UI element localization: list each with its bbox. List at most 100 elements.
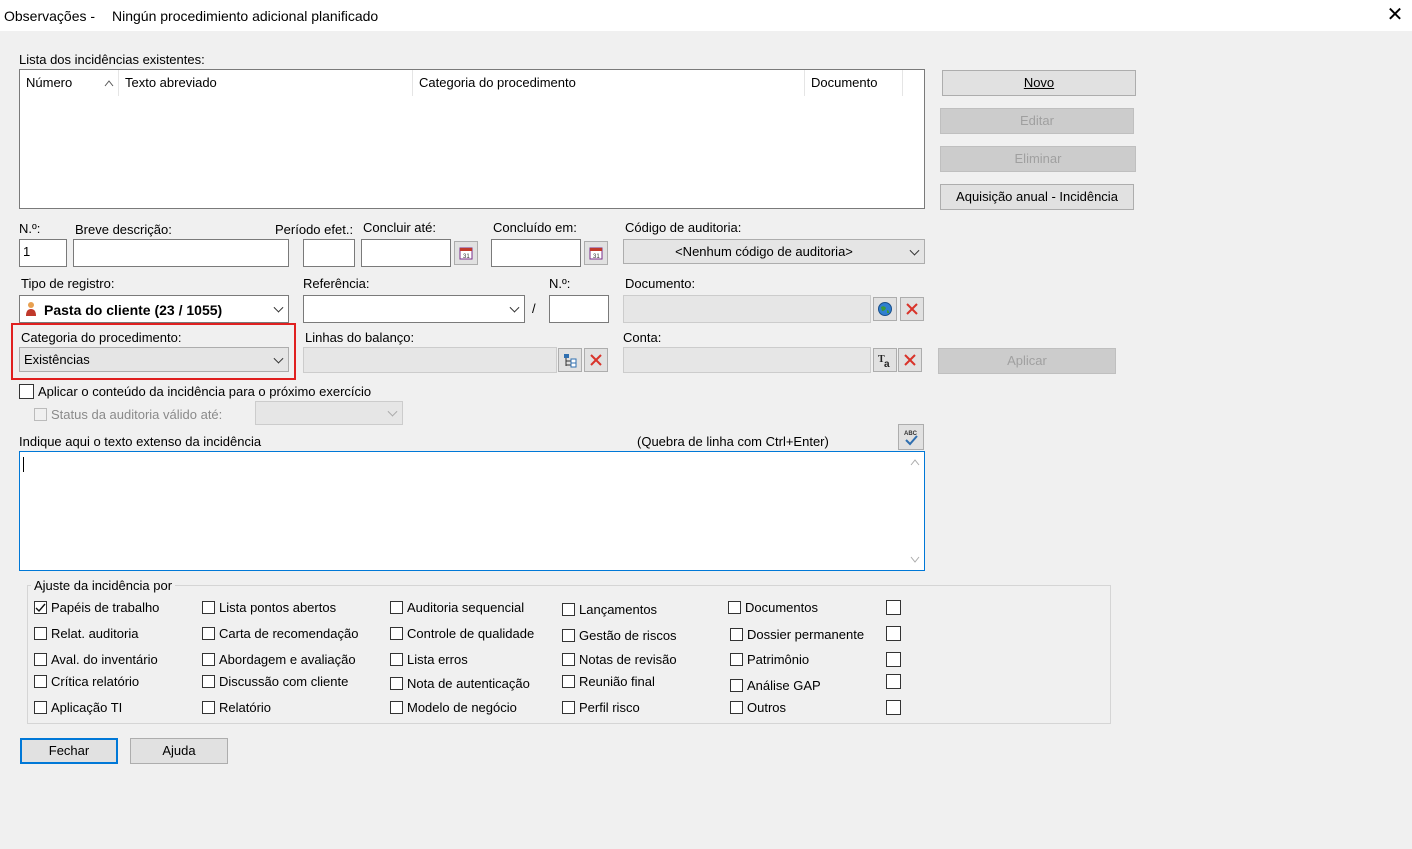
checkbox-unlabeled[interactable] [886,600,901,615]
breve-descricao-input[interactable] [73,239,289,267]
checkbox-controle-qualidade[interactable]: Controle de qualidade [390,626,534,641]
checkbox-unlabeled[interactable] [886,700,901,715]
checkbox-relatorio[interactable]: Relatório [202,700,271,715]
ajuda-button[interactable]: Ajuda [130,738,228,764]
checkbox-box[interactable] [34,627,47,640]
concluir-ate-label: Concluir até: [363,220,436,235]
checkbox-analise-gap[interactable]: Análise GAP [730,678,821,693]
checkbox-abordagem-avaliacao[interactable]: Abordagem e avaliação [202,652,356,667]
column-header-categoria[interactable]: Categoria do procedimento [413,70,805,96]
checkbox-papeis-trabalho[interactable]: Papéis de trabalho [34,600,159,615]
eliminar-button[interactable]: Eliminar [940,146,1136,172]
fechar-button[interactable]: Fechar [20,738,118,764]
checkbox-box[interactable] [202,601,215,614]
checkbox-outros[interactable]: Outros [730,700,786,715]
checkbox-box[interactable] [730,679,743,692]
ref-numero-label: N.º: [549,276,571,291]
delete-x-icon[interactable] [584,348,608,372]
periodo-efet-label: Período efet.: [275,222,354,237]
checkbox-box[interactable] [562,701,575,714]
column-header-texto[interactable]: Texto abreviado [119,70,413,96]
checkbox-notas-revisao[interactable]: Notas de revisão [562,652,677,667]
checkbox-aplicacao-ti[interactable]: Aplicação TI [34,700,122,715]
checkbox-patrimonio[interactable]: Patrimônio [730,652,809,667]
checkbox-box[interactable] [562,629,575,642]
checkbox-box[interactable] [390,701,403,714]
checkbox-dossier-permanente[interactable]: Dossier permanente [730,627,864,642]
checkbox-box[interactable] [202,653,215,666]
aquisicao-anual-button[interactable]: Aquisição anual - Incidência [940,184,1134,210]
checkbox-lista-pontos-abertos[interactable]: Lista pontos abertos [202,600,336,615]
checkbox-carta-recomendacao[interactable]: Carta de recomendação [202,626,358,641]
aplicar-button[interactable]: Aplicar [938,348,1116,374]
user-icon [24,301,38,320]
codigo-auditoria-select[interactable]: <Nenhum código de auditoria> [623,239,925,264]
checkbox-box[interactable] [34,408,47,421]
calendar-icon[interactable]: 31 [454,241,478,265]
column-header-documento[interactable]: Documento [805,70,903,96]
delete-x-icon[interactable] [900,297,924,321]
checkbox-documentos[interactable]: Documentos [728,600,818,615]
scroll-down-icon[interactable] [910,556,920,564]
checkbox-discussao-cliente[interactable]: Discussão com cliente [202,674,348,689]
svg-text:31: 31 [593,254,600,260]
periodo-efet-input[interactable] [303,239,355,267]
incidence-list[interactable]: Número Texto abreviado Categoria do proc… [19,69,925,209]
checkbox-unlabeled[interactable] [886,674,901,689]
checkbox-box[interactable] [562,653,575,666]
checkbox-box[interactable] [202,627,215,640]
checkbox-unlabeled[interactable] [886,626,901,641]
checkbox-gestao-riscos[interactable]: Gestão de riscos [562,628,677,643]
ref-numero-input[interactable] [549,295,609,323]
checkbox-perfil-risco[interactable]: Perfil risco [562,700,640,715]
checkbox-box[interactable] [202,675,215,688]
checkbox-box[interactable] [730,628,743,641]
checkbox-box[interactable] [202,701,215,714]
checkbox-unlabeled[interactable] [886,652,901,667]
editar-button[interactable]: Editar [940,108,1134,134]
checkbox-box[interactable] [390,677,403,690]
aplicar-conteudo-checkbox[interactable]: Aplicar o conteúdo da incidência para o … [19,384,371,399]
checkbox-box[interactable] [562,603,575,616]
concluir-ate-input[interactable] [361,239,451,267]
numero-input[interactable]: 1 [19,239,67,267]
referencia-select[interactable] [303,295,525,323]
checkbox-aval-inventario[interactable]: Aval. do inventário [34,652,158,667]
texto-extenso-textarea[interactable] [19,451,925,571]
scrollbar[interactable] [906,452,924,570]
concluido-em-input[interactable] [491,239,581,267]
chevron-down-icon [509,302,520,313]
text-icon[interactable]: Ta [873,348,897,372]
checkbox-nota-autenticacao[interactable]: Nota de autenticação [390,676,530,691]
checkbox-box[interactable] [390,601,403,614]
checkbox-modelo-negocio[interactable]: Modelo de negócio [390,700,517,715]
checkbox-box[interactable] [730,701,743,714]
tipo-registro-select[interactable]: Pasta do cliente (23 / 1055) [19,295,289,323]
calendar-icon[interactable]: 31 [584,241,608,265]
checkbox-box[interactable] [730,653,743,666]
checkbox-box[interactable] [19,384,34,399]
checkbox-box[interactable] [34,653,47,666]
checkbox-lancamentos[interactable]: Lançamentos [562,602,657,617]
chevron-down-icon [909,245,920,256]
globe-icon[interactable] [873,297,897,321]
checkbox-box[interactable] [562,675,575,688]
checkbox-box[interactable] [34,675,47,688]
delete-x-icon[interactable] [898,348,922,372]
checkbox-relat-auditoria[interactable]: Relat. auditoria [34,626,138,641]
scroll-up-icon[interactable] [910,458,920,466]
checkbox-auditoria-sequencial[interactable]: Auditoria sequencial [390,600,524,615]
checkbox-reuniao-final[interactable]: Reunião final [562,674,655,689]
checkbox-box[interactable] [34,601,47,614]
tree-icon[interactable] [558,348,582,372]
spellcheck-icon[interactable]: ABC [898,424,924,450]
checkbox-box[interactable] [728,601,741,614]
checkbox-lista-erros[interactable]: Lista erros [390,652,468,667]
checkbox-box[interactable] [390,653,403,666]
checkbox-box[interactable] [34,701,47,714]
status-auditoria-checkbox[interactable]: Status da auditoria válido até: [34,407,222,422]
checkbox-critica-relatorio[interactable]: Crítica relatório [34,674,139,689]
checkbox-box[interactable] [390,627,403,640]
close-icon[interactable]: ✕ [1384,4,1406,26]
novo-button[interactable]: Novo [942,70,1136,96]
